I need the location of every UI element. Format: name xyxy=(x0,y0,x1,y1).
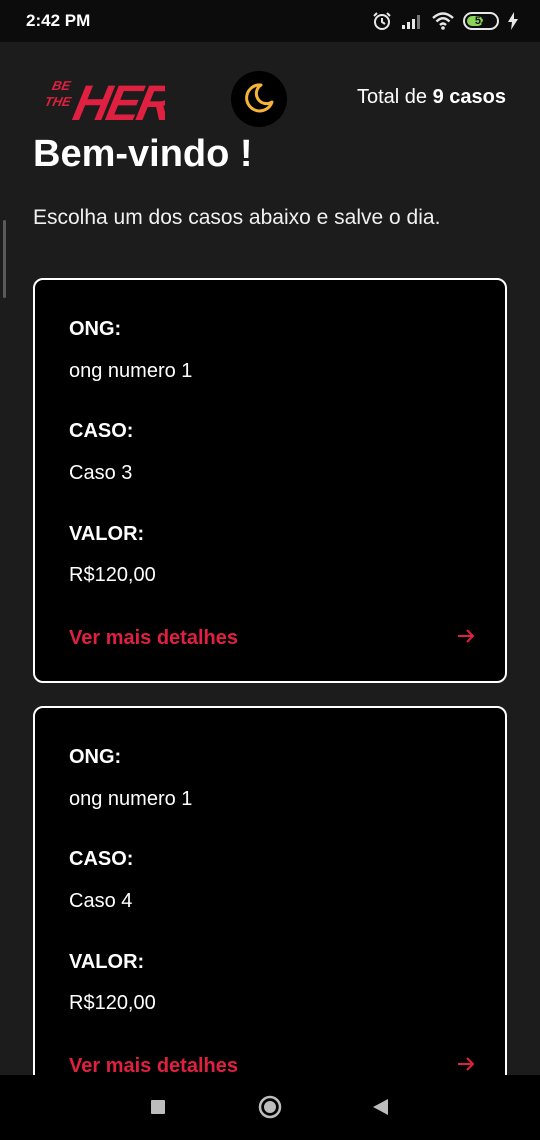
signal-icon xyxy=(401,13,423,29)
details-label: Ver mais detalhes xyxy=(69,626,238,649)
case-list[interactable]: ONG: ong numero 1 CASO: Caso 3 VALOR: R$… xyxy=(0,278,540,1075)
ong-value: ong numero 1 xyxy=(69,360,193,382)
page-title: Bem-vindo ! xyxy=(33,133,253,175)
valor-label: VALOR: xyxy=(69,951,145,973)
arrow-right-icon xyxy=(457,628,475,649)
svg-text:HERO: HERO xyxy=(69,75,165,126)
case-card: ONG: ong numero 1 CASO: Caso 4 VALOR: R$… xyxy=(33,706,507,1075)
details-label: Ver mais detalhes xyxy=(69,1054,238,1076)
case-card: ONG: ong numero 1 CASO: Caso 3 VALOR: R$… xyxy=(33,278,507,683)
battery-icon: 52 xyxy=(463,12,499,30)
battery-level: 52 xyxy=(474,15,488,27)
phone-screen: 2:42 PM 52 BE THE HERO Total de 9 casos … xyxy=(0,0,540,1140)
wifi-icon xyxy=(432,12,454,30)
charging-icon xyxy=(508,12,518,30)
total-prefix: Total de xyxy=(357,86,433,108)
valor-value: R$120,00 xyxy=(69,564,156,586)
status-bar: 2:42 PM 52 xyxy=(0,0,540,42)
caso-value: Caso 3 xyxy=(69,462,133,484)
alarm-icon xyxy=(372,11,392,31)
caso-value: Caso 4 xyxy=(69,890,133,912)
moon-icon xyxy=(242,80,276,119)
home-circle-icon[interactable] xyxy=(257,1095,282,1119)
back-triangle-icon[interactable] xyxy=(369,1095,393,1119)
total-count: 9 casos xyxy=(432,86,506,108)
caso-label: CASO: xyxy=(69,420,134,442)
valor-value: R$120,00 xyxy=(69,992,156,1014)
ong-label: ONG: xyxy=(69,318,122,340)
details-button[interactable]: Ver mais detalhes xyxy=(69,1052,475,1075)
navigation-bar xyxy=(0,1075,540,1140)
be-the-hero-logo: BE THE HERO xyxy=(30,68,215,131)
ong-label: ONG: xyxy=(69,746,122,768)
status-icons: 52 xyxy=(372,11,518,31)
caso-label: CASO: xyxy=(69,848,134,870)
details-button[interactable]: Ver mais detalhes xyxy=(69,624,475,652)
status-time: 2:42 PM xyxy=(26,11,91,30)
svg-text:THE: THE xyxy=(43,94,73,109)
valor-label: VALOR: xyxy=(69,523,145,545)
total-cases: Total de 9 casos xyxy=(357,86,506,109)
recents-square-icon[interactable] xyxy=(146,1095,170,1119)
ong-value: ong numero 1 xyxy=(69,788,193,810)
page-subtitle: Escolha um dos casos abaixo e salve o di… xyxy=(33,206,441,229)
arrow-right-icon xyxy=(457,1056,475,1076)
theme-toggle-button[interactable] xyxy=(231,71,287,127)
svg-text:BE: BE xyxy=(51,78,73,93)
